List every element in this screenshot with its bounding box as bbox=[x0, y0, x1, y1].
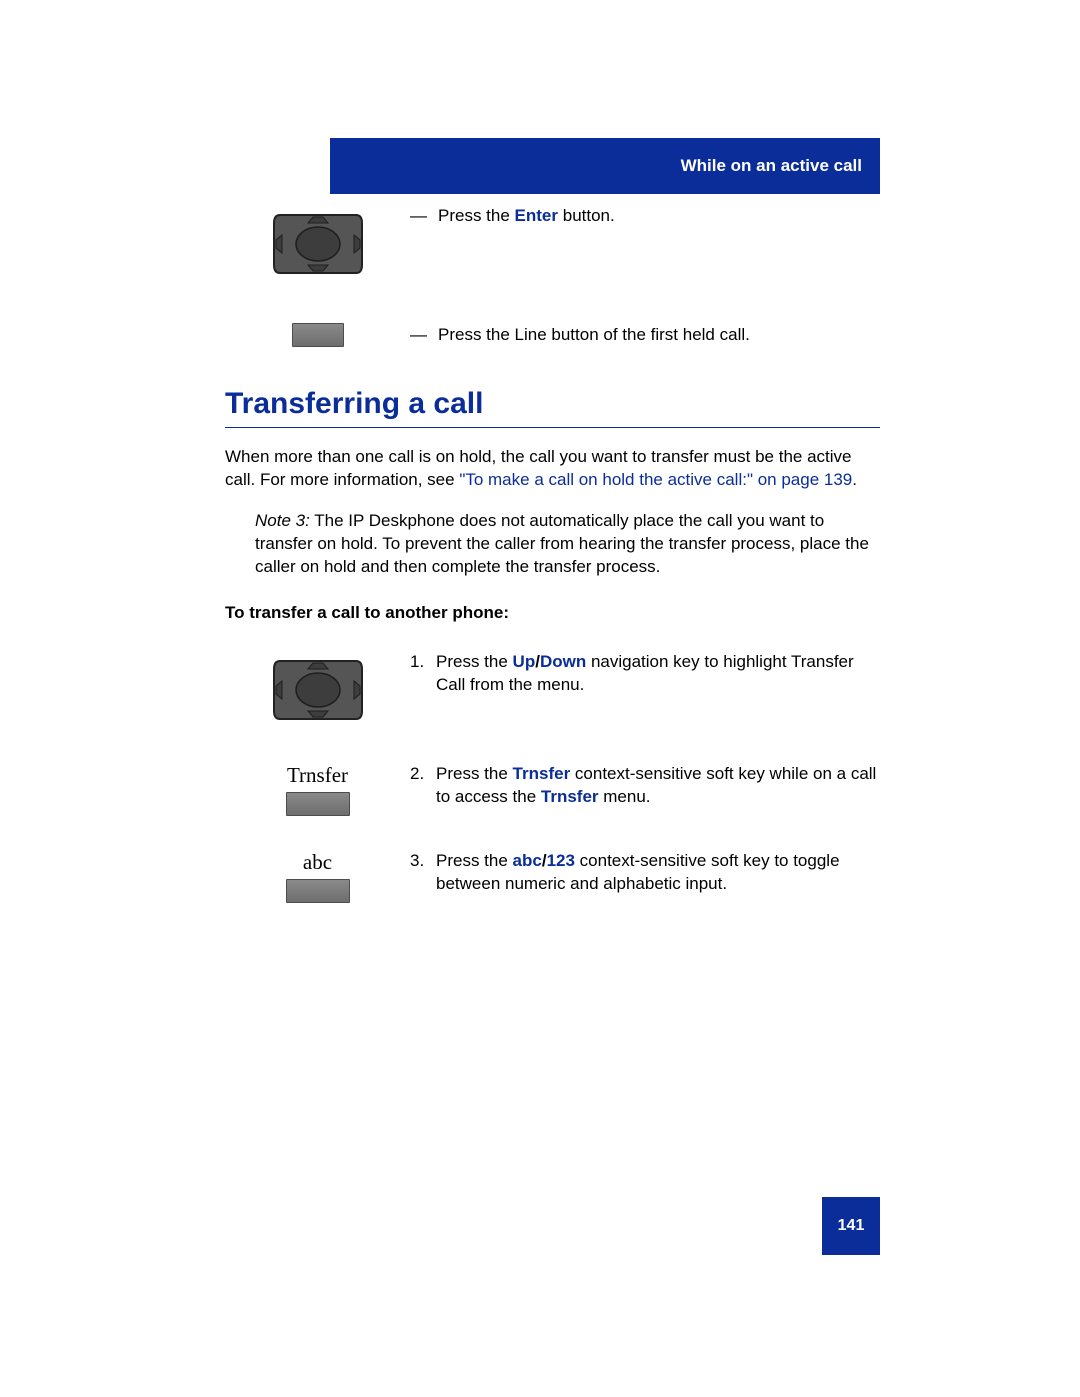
note-text: The IP Deskphone does not automatically … bbox=[255, 511, 869, 576]
intro-row-line: — Press the Line button of the first hel… bbox=[225, 323, 880, 347]
step3-icon-col: abc bbox=[225, 850, 410, 903]
enter-label: Enter bbox=[515, 206, 558, 225]
step-row-3: abc 3. Press the abc/123 context-sensiti… bbox=[225, 850, 880, 903]
step-number: 1. bbox=[410, 651, 436, 697]
navkey-icon-wrapper bbox=[225, 205, 410, 283]
page-number: 141 bbox=[822, 1197, 880, 1255]
intro-row-enter: — Press the Enter button. bbox=[225, 205, 880, 283]
line-button-icon bbox=[292, 323, 344, 347]
note-block: Note 3: The IP Deskphone does not automa… bbox=[255, 510, 880, 579]
step-row-1: 1. Press the Up/Down navigation key to h… bbox=[225, 651, 880, 729]
dash: — bbox=[410, 205, 438, 228]
softkey-label-trnsfer: Trnsfer bbox=[287, 763, 348, 788]
intro-paragraph: When more than one call is on hold, the … bbox=[225, 446, 880, 492]
running-header-text: While on an active call bbox=[681, 156, 862, 176]
procedure-subheading: To transfer a call to another phone: bbox=[225, 603, 880, 623]
step-number: 2. bbox=[410, 763, 436, 809]
step2-text: 2. Press the Trnsfer context-sensitive s… bbox=[410, 763, 880, 809]
intro-text-line: Press the Enter button. bbox=[438, 205, 615, 228]
navkey-icon bbox=[268, 651, 368, 729]
section-heading: Transferring a call bbox=[225, 387, 880, 428]
note-label: Note 3: bbox=[255, 511, 310, 530]
step-body: Press the abc/123 context-sensitive soft… bbox=[436, 850, 880, 896]
step1-text: 1. Press the Up/Down navigation key to h… bbox=[410, 651, 880, 697]
line-button-icon-wrapper bbox=[225, 323, 410, 347]
running-header: While on an active call bbox=[330, 138, 880, 194]
step-row-2: Trnsfer 2. Press the Trnsfer context-sen… bbox=[225, 763, 880, 816]
step1-icon-col bbox=[225, 651, 410, 729]
step-body: Press the Trnsfer context-sensitive soft… bbox=[436, 763, 880, 809]
document-page: While on an active call bbox=[0, 0, 1080, 1397]
intro-text-1: — Press the Enter button. bbox=[410, 205, 880, 228]
dash: — bbox=[410, 324, 438, 347]
step-number: 3. bbox=[410, 850, 436, 896]
intro-text-2: — Press the Line button of the first hel… bbox=[410, 324, 880, 347]
navkey-icon bbox=[268, 205, 368, 283]
step2-icon-col: Trnsfer bbox=[225, 763, 410, 816]
page-content: — Press the Enter button. — Press the Li… bbox=[225, 205, 880, 903]
step-body: Press the Up/Down navigation key to high… bbox=[436, 651, 880, 697]
intro-text-line: Press the Line button of the first held … bbox=[438, 324, 750, 347]
softkey-button-icon bbox=[286, 879, 350, 903]
softkey-label-abc: abc bbox=[303, 850, 332, 875]
step3-text: 3. Press the abc/123 context-sensitive s… bbox=[410, 850, 880, 896]
page-crossref-link[interactable]: "To make a call on hold the active call:… bbox=[459, 470, 852, 489]
softkey-button-icon bbox=[286, 792, 350, 816]
